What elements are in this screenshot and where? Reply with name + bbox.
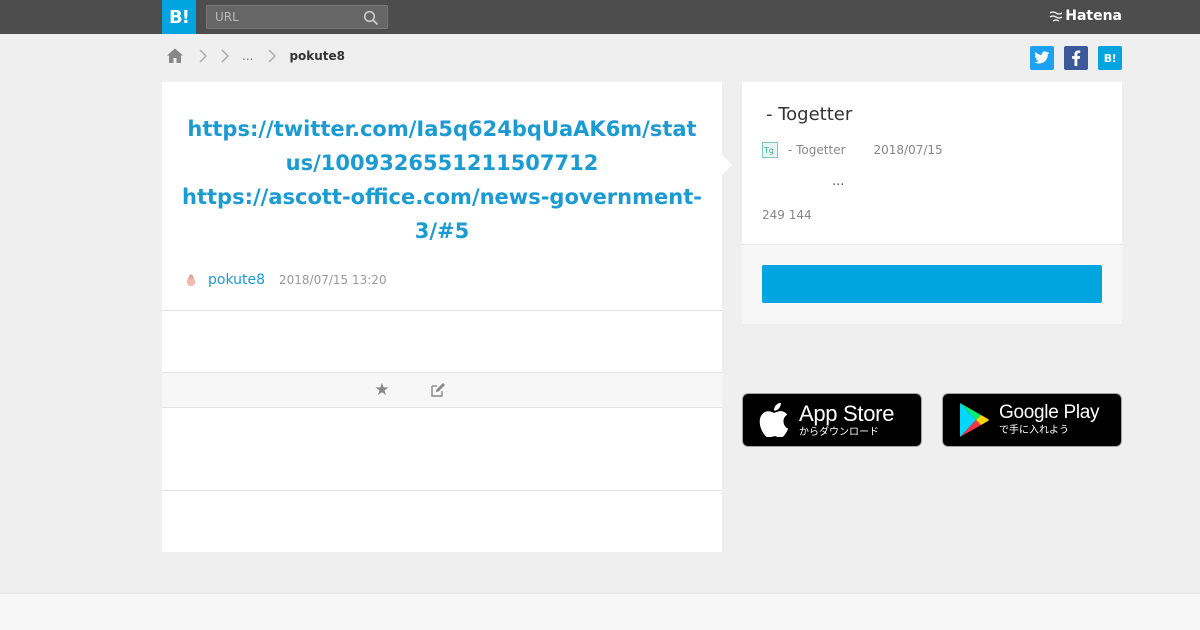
hatena-brand-text: Hatena [1065, 8, 1122, 24]
app-store-text: App Store からダウンロード [799, 402, 894, 439]
chevron-right-icon [198, 49, 208, 63]
card-pointer [722, 155, 732, 175]
entry-timestamp: 2018/07/15 13:20 [279, 273, 387, 287]
breadcrumb: ... pokute8 [166, 46, 345, 66]
related-entry-description: ... [832, 174, 845, 189]
facebook-share-button[interactable] [1064, 46, 1088, 70]
hatena-brand[interactable]: Hatena [1049, 8, 1122, 24]
hatena-bookmark-logo[interactable]: B! [162, 0, 196, 34]
entry-link-ascott[interactable]: https://ascott-office.com/news-governmen… [182, 185, 702, 243]
facebook-icon [1072, 50, 1081, 66]
hatena-mark-icon [1049, 10, 1063, 22]
search-icon[interactable] [363, 10, 379, 26]
breadcrumb-current: pokute8 [289, 49, 346, 63]
top-bar: B! Hatena [0, 0, 1200, 34]
app-store-title: App Store [799, 400, 895, 426]
edit-icon[interactable] [430, 382, 446, 398]
google-play-text: Google Play で手に入れよう [999, 402, 1100, 437]
breadcrumb-ellipsis[interactable]: ... [242, 49, 253, 63]
related-entry-button[interactable] [762, 265, 1102, 303]
related-entry-card: - Togetter Tg - Togetter 2018/07/15 ... … [742, 82, 1122, 324]
apple-icon [757, 402, 791, 438]
app-store-subtitle: からダウンロード [799, 426, 879, 438]
entry-card: https://twitter.com/Ia5q624bqUaAK6m/stat… [162, 82, 722, 552]
user-link[interactable]: pokute8 [208, 272, 265, 288]
action-bar: ★ [162, 372, 722, 408]
google-play-title: Google Play [999, 402, 1100, 424]
star-icon[interactable]: ★ [372, 381, 392, 399]
search-input[interactable] [215, 9, 355, 25]
google-play-subtitle: で手に入れよう [999, 425, 1069, 437]
related-entry-title[interactable]: - Togetter [766, 104, 852, 125]
twitter-share-button[interactable] [1030, 46, 1054, 70]
search-box [206, 5, 388, 29]
entry-meta: pokute8 2018/07/15 13:20 [184, 270, 387, 290]
related-entry-footer [742, 244, 1122, 324]
user-avatar-icon[interactable] [184, 273, 198, 287]
chevron-right-icon [220, 49, 230, 63]
hatena-bookmark-share-button[interactable]: B! [1098, 46, 1122, 70]
related-entry-meta: Tg - Togetter 2018/07/15 [762, 142, 943, 158]
google-play-badge[interactable]: Google Play で手に入れよう [942, 393, 1122, 447]
google-play-icon [957, 402, 991, 438]
twitter-icon [1034, 51, 1050, 64]
entry-link-twitter[interactable]: https://twitter.com/Ia5q624bqUaAK6m/stat… [187, 117, 696, 175]
divider [162, 490, 722, 491]
divider [162, 310, 722, 311]
home-icon[interactable] [166, 47, 184, 65]
related-entry-date: 2018/07/15 [873, 143, 943, 157]
togetter-favicon-icon: Tg [762, 142, 778, 158]
page-footer [0, 593, 1200, 630]
app-store-badge[interactable]: App Store からダウンロード [742, 393, 922, 447]
svg-text:Tg: Tg [763, 146, 774, 155]
chevron-right-icon [267, 49, 277, 63]
related-site-name[interactable]: - Togetter [788, 143, 846, 157]
entry-title: https://twitter.com/Ia5q624bqUaAK6m/stat… [182, 112, 702, 248]
related-entry-stats: 249 144 [762, 208, 812, 222]
